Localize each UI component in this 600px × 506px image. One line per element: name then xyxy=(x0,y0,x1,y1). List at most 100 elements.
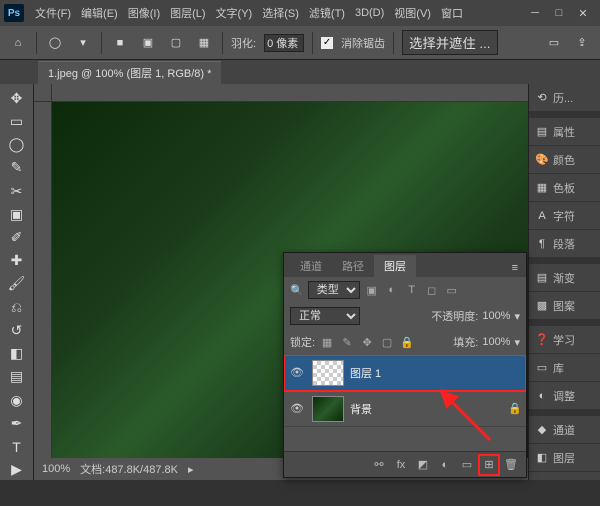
antialias-checkbox[interactable]: ✓ xyxy=(321,37,333,49)
lock-transparent-icon[interactable]: ▦ xyxy=(319,334,335,350)
new-layer-icon[interactable]: ⊞ xyxy=(480,456,498,474)
gradient-icon[interactable]: ▤ xyxy=(535,271,549,285)
menu-3d[interactable]: 3D(D) xyxy=(350,7,389,19)
chevron-down-icon[interactable]: ▾ xyxy=(73,33,93,53)
filter-adjust-icon[interactable]: ◐ xyxy=(384,282,400,298)
selection-subtract-icon[interactable]: ▢ xyxy=(166,33,186,53)
panel-history[interactable]: 历... xyxy=(553,90,573,106)
menu-image[interactable]: 图像(I) xyxy=(123,5,165,21)
opacity-value[interactable]: 100% xyxy=(482,310,510,322)
swatches-icon[interactable]: ▦ xyxy=(535,181,549,195)
menu-edit[interactable]: 编辑(E) xyxy=(76,5,123,21)
pattern-icon[interactable]: ▩ xyxy=(535,299,549,313)
character-icon[interactable]: A xyxy=(535,209,549,223)
properties-icon[interactable]: ▤ xyxy=(535,125,549,139)
blend-mode-select[interactable]: 正常 xyxy=(290,307,360,325)
layer-name[interactable]: 背景 xyxy=(350,401,502,417)
panel-toggle-icon[interactable]: ▭ xyxy=(544,33,564,53)
selection-intersect-icon[interactable]: ▦ xyxy=(194,33,214,53)
feather-input[interactable] xyxy=(264,34,304,52)
panel-gradient[interactable]: 渐变 xyxy=(553,270,575,286)
layer-group-icon[interactable]: ▭ xyxy=(458,456,476,474)
menu-select[interactable]: 选择(S) xyxy=(257,5,304,21)
eraser-tool[interactable]: ◧ xyxy=(5,344,29,364)
search-icon[interactable]: 🔍 xyxy=(290,284,304,297)
type-tool[interactable]: T xyxy=(5,437,29,457)
chevron-down-icon[interactable]: ▾ xyxy=(514,336,520,349)
lasso-tool-icon[interactable]: ◯ xyxy=(45,33,65,53)
share-icon[interactable]: ⇪ xyxy=(572,33,592,53)
marquee-tool[interactable]: ▭ xyxy=(5,111,29,131)
adjustments-icon[interactable]: ◐ xyxy=(535,389,549,403)
layer-row[interactable]: 👁 背景 🔒 xyxy=(284,391,526,427)
eyedropper-tool[interactable]: ✐ xyxy=(5,227,29,247)
adjustment-layer-icon[interactable]: ◐ xyxy=(436,456,454,474)
tab-channels[interactable]: 通道 xyxy=(290,255,332,277)
select-and-mask-button[interactable]: 选择并遮住 ... xyxy=(402,30,497,55)
fill-value[interactable]: 100% xyxy=(482,336,510,348)
lock-pixels-icon[interactable]: ✎ xyxy=(339,334,355,350)
panel-learn[interactable]: 学习 xyxy=(553,332,575,348)
panel-menu-icon[interactable]: ≡ xyxy=(504,259,526,277)
selection-new-icon[interactable]: ■ xyxy=(110,33,130,53)
filter-type-icon[interactable]: T xyxy=(404,282,420,298)
window-close[interactable]: ✕ xyxy=(576,7,590,20)
blur-tool[interactable]: ◉ xyxy=(5,390,29,410)
panel-color[interactable]: 颜色 xyxy=(553,152,575,168)
link-layers-icon[interactable]: ⚯ xyxy=(370,456,388,474)
lock-all-icon[interactable]: 🔒 xyxy=(399,334,415,350)
libraries-icon[interactable]: ▭ xyxy=(535,361,549,375)
panel-adjustments[interactable]: 调整 xyxy=(553,388,575,404)
crop-tool[interactable]: ✂ xyxy=(5,181,29,201)
frame-tool[interactable]: ▣ xyxy=(5,204,29,224)
ruler-vertical[interactable] xyxy=(34,102,52,458)
layer-thumbnail[interactable] xyxy=(312,360,344,386)
window-minimize[interactable]: ─ xyxy=(528,7,542,20)
clone-tool[interactable]: ⎌ xyxy=(5,297,29,317)
menu-view[interactable]: 视图(V) xyxy=(389,5,436,21)
lock-position-icon[interactable]: ✥ xyxy=(359,334,375,350)
panel-character[interactable]: 字符 xyxy=(553,208,575,224)
document-tab[interactable]: 1.jpeg @ 100% (图层 1, RGB/8) * xyxy=(38,61,221,84)
pen-tool[interactable]: ✒ xyxy=(5,413,29,433)
filter-smart-icon[interactable]: ▭ xyxy=(444,282,460,298)
panel-paragraph[interactable]: 段落 xyxy=(553,236,575,252)
panel-libraries[interactable]: 库 xyxy=(553,360,564,376)
paragraph-icon[interactable]: ¶ xyxy=(535,237,549,251)
layer-effects-icon[interactable]: fx xyxy=(392,456,410,474)
tab-paths[interactable]: 路径 xyxy=(332,255,374,277)
menu-type[interactable]: 文字(Y) xyxy=(211,5,258,21)
layer-row[interactable]: 👁 图层 1 xyxy=(284,355,526,391)
color-icon[interactable]: 🎨 xyxy=(535,153,549,167)
visibility-toggle-icon[interactable]: 👁 xyxy=(288,366,306,379)
brush-tool[interactable]: 🖌 xyxy=(5,274,29,294)
lasso-tool[interactable]: ◯ xyxy=(5,134,29,154)
menu-file[interactable]: 文件(F) xyxy=(30,5,76,21)
panel-layers[interactable]: 图层 xyxy=(553,450,575,466)
window-maximize[interactable]: □ xyxy=(552,7,566,20)
lock-artboard-icon[interactable]: ▢ xyxy=(379,334,395,350)
chevron-down-icon[interactable]: ▾ xyxy=(514,310,520,323)
layers-icon[interactable]: ◧ xyxy=(535,451,549,465)
history-icon[interactable]: ⟲ xyxy=(535,91,549,105)
menu-layer[interactable]: 图层(L) xyxy=(165,5,210,21)
menu-filter[interactable]: 滤镜(T) xyxy=(304,5,350,21)
chevron-right-icon[interactable]: ▸ xyxy=(188,463,194,476)
layer-filter-select[interactable]: 类型 xyxy=(308,281,360,299)
tab-layers[interactable]: 图层 xyxy=(374,255,416,277)
gradient-tool[interactable]: ▤ xyxy=(5,367,29,387)
healing-tool[interactable]: ✚ xyxy=(5,251,29,271)
filter-shape-icon[interactable]: ◻ xyxy=(424,282,440,298)
layer-name[interactable]: 图层 1 xyxy=(350,365,522,381)
ruler-horizontal[interactable] xyxy=(52,84,528,102)
delete-layer-icon[interactable]: 🗑 xyxy=(502,456,520,474)
visibility-toggle-icon[interactable]: 👁 xyxy=(288,402,306,415)
panel-channels[interactable]: 通道 xyxy=(553,422,575,438)
history-brush-tool[interactable]: ↺ xyxy=(5,320,29,340)
filter-image-icon[interactable]: ▣ xyxy=(364,282,380,298)
panel-properties[interactable]: 属性 xyxy=(553,124,575,140)
path-select-tool[interactable]: ▶ xyxy=(5,460,29,480)
quick-select-tool[interactable]: ✎ xyxy=(5,158,29,178)
layer-mask-icon[interactable]: ◩ xyxy=(414,456,432,474)
move-tool[interactable]: ✥ xyxy=(5,88,29,108)
